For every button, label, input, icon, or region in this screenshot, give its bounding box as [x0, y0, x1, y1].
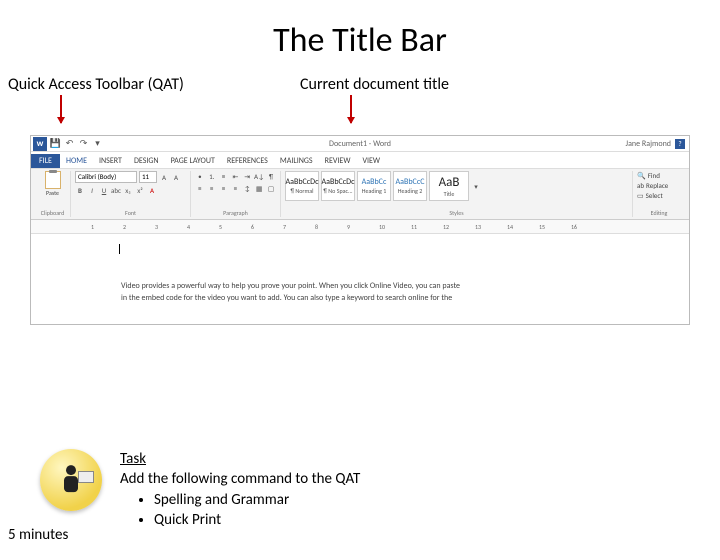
body-line: in the embed code for the video you want…	[121, 292, 609, 304]
underline-icon[interactable]: U	[99, 185, 109, 195]
document-title: Document1 - Word	[329, 139, 391, 149]
style-no-spacing[interactable]: AaBbCcDc¶ No Spac...	[321, 171, 355, 201]
style-heading1[interactable]: AaBbCcHeading 1	[357, 171, 391, 201]
tab-references[interactable]: REFERENCES	[221, 154, 274, 168]
document-body: Video provides a powerful way to help yo…	[121, 280, 609, 304]
multilevel-icon[interactable]: ≡	[219, 171, 229, 181]
quick-access-toolbar: 💾 ↶ ↷ ▾	[50, 138, 103, 149]
task-block: Task Add the following command to the QA…	[40, 449, 360, 530]
grow-font-icon[interactable]: A	[159, 172, 169, 182]
task-item: Spelling and Grammar	[154, 490, 360, 510]
group-paragraph: • 1. ≡ ⇤ ⇥ A↓ ¶ ≡ ≡ ≡ ≡ ↕ ▦ ▢	[191, 171, 281, 217]
slide-title: The Title Bar	[0, 20, 720, 61]
shading-icon[interactable]: ▦	[254, 183, 264, 193]
tab-insert[interactable]: INSERT	[93, 154, 128, 168]
search-icon: 🔍	[637, 171, 646, 180]
annotation-row: Quick Access Toolbar (QAT) Current docum…	[0, 75, 720, 135]
line-spacing-icon[interactable]: ↕	[242, 183, 252, 193]
tab-review[interactable]: REVIEW	[319, 154, 357, 168]
arrow-icon	[350, 95, 352, 123]
align-right-icon[interactable]: ≡	[219, 183, 229, 193]
tab-home[interactable]: HOME	[60, 154, 93, 168]
group-styles: AaBbCcDc¶ Normal AaBbCcDc¶ No Spac... Aa…	[281, 171, 633, 217]
task-heading: Task	[120, 450, 146, 468]
justify-icon[interactable]: ≡	[231, 183, 241, 193]
titlebar: w 💾 ↶ ↷ ▾ Document1 - Word Jane Rajmond …	[31, 136, 689, 152]
select-button[interactable]: ▭Select	[637, 191, 681, 200]
ribbon: Paste Clipboard Calibri (Body) 11 A A B …	[31, 168, 689, 220]
group-label: Font	[75, 209, 186, 217]
styles-more-icon[interactable]: ▾	[471, 181, 481, 191]
paste-button[interactable]: Paste	[46, 189, 59, 197]
replace-button[interactable]: abReplace	[637, 181, 681, 190]
align-center-icon[interactable]: ≡	[207, 183, 217, 193]
body-line: Video provides a powerful way to help yo…	[121, 280, 609, 292]
group-label: Clipboard	[39, 209, 66, 217]
redo-icon[interactable]: ↷	[78, 138, 89, 149]
help-icon[interactable]: ?	[675, 139, 685, 149]
word-logo-icon: w	[33, 137, 47, 151]
style-normal[interactable]: AaBbCcDc¶ Normal	[285, 171, 319, 201]
undo-icon[interactable]: ↶	[64, 138, 75, 149]
save-icon[interactable]: 💾	[50, 138, 61, 149]
sort-icon[interactable]: A↓	[254, 171, 264, 181]
user-name: Jane Rajmond	[626, 139, 671, 149]
style-title[interactable]: AaBTitle	[429, 171, 469, 201]
group-label: Paragraph	[195, 209, 276, 217]
font-name-select[interactable]: Calibri (Body)	[75, 171, 137, 183]
word-window: w 💾 ↶ ↷ ▾ Document1 - Word Jane Rajmond …	[30, 135, 690, 325]
shrink-font-icon[interactable]: A	[171, 172, 181, 182]
bullets-icon[interactable]: •	[195, 171, 205, 181]
task-intro: Add the following command to the QAT	[120, 469, 360, 489]
replace-icon: ab	[637, 181, 644, 190]
ruler[interactable]: 12345678910111213141516	[31, 220, 689, 234]
user-account[interactable]: Jane Rajmond	[626, 139, 671, 149]
dec-indent-icon[interactable]: ⇤	[230, 171, 240, 181]
italic-icon[interactable]: I	[87, 185, 97, 195]
annotation-qat: Quick Access Toolbar (QAT)	[8, 75, 184, 94]
borders-icon[interactable]: ▢	[266, 183, 276, 193]
cursor-icon: ▭	[637, 191, 644, 200]
styles-gallery[interactable]: AaBbCcDc¶ Normal AaBbCcDc¶ No Spac... Aa…	[285, 171, 628, 201]
document-area[interactable]: Video provides a powerful way to help yo…	[31, 234, 689, 324]
tab-page-layout[interactable]: PAGE LAYOUT	[165, 154, 221, 168]
find-button[interactable]: 🔍Find	[637, 171, 681, 180]
paste-icon[interactable]	[45, 171, 61, 189]
subscript-icon[interactable]: x₂	[123, 185, 133, 195]
show-marks-icon[interactable]: ¶	[266, 171, 276, 181]
font-color-icon[interactable]: A	[147, 185, 157, 195]
numbering-icon[interactable]: 1.	[207, 171, 217, 181]
annotation-doc-title: Current document title	[300, 75, 449, 94]
font-size-select[interactable]: 11	[139, 171, 157, 183]
monitor-icon	[78, 471, 94, 483]
inc-indent-icon[interactable]: ⇥	[242, 171, 252, 181]
ribbon-tabs: FILE HOME INSERT DESIGN PAGE LAYOUT REFE…	[31, 152, 689, 168]
tab-design[interactable]: DESIGN	[128, 154, 165, 168]
align-left-icon[interactable]: ≡	[195, 183, 205, 193]
style-heading2[interactable]: AaBbCcCHeading 2	[393, 171, 427, 201]
tab-mailings[interactable]: MAILINGS	[274, 154, 319, 168]
group-label: Editing	[637, 209, 681, 217]
group-label: Styles	[285, 209, 628, 217]
group-editing: 🔍Find abReplace ▭Select Editing	[633, 171, 685, 217]
bold-icon[interactable]: B	[75, 185, 85, 195]
arrow-icon	[60, 95, 62, 123]
task-duration: 5 minutes	[8, 526, 68, 544]
qat-customize-icon[interactable]: ▾	[92, 138, 103, 149]
tab-file[interactable]: FILE	[31, 154, 60, 168]
task-person-icon	[40, 449, 102, 511]
strike-icon[interactable]: abc	[111, 185, 121, 195]
task-item: Quick Print	[154, 510, 360, 530]
superscript-icon[interactable]: x²	[135, 185, 145, 195]
group-font: Calibri (Body) 11 A A B I U abc x₂ x² A …	[71, 171, 191, 217]
group-clipboard: Paste Clipboard	[35, 171, 71, 217]
tab-view[interactable]: VIEW	[356, 154, 386, 168]
text-cursor-icon	[119, 244, 120, 254]
